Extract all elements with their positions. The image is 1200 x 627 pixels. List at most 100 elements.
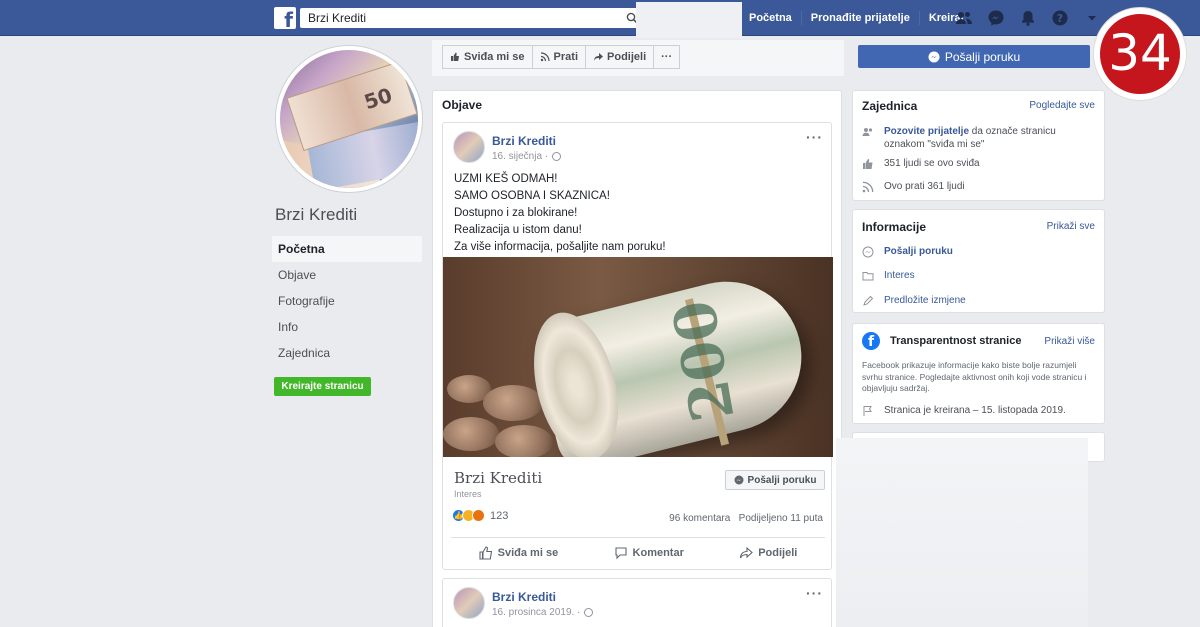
post-stats: 96 komentara Podijeljeno 11 puta xyxy=(669,513,823,524)
share-page-button[interactable]: Podijeli xyxy=(585,45,655,69)
post-timestamp[interactable]: 16. siječnja · xyxy=(492,151,562,162)
share-arrow-icon xyxy=(740,546,754,558)
like-page-button[interactable]: Sviđa mi se xyxy=(442,45,533,69)
info-category-link[interactable]: Interes xyxy=(884,269,915,282)
thumbs-up-icon xyxy=(863,159,873,169)
invite-friends-icon xyxy=(862,128,873,136)
pencil-icon xyxy=(863,295,874,306)
send-message-label: Pošalji poruku xyxy=(944,49,1021,64)
side-nav-item-home[interactable]: Početna xyxy=(272,236,422,262)
post-options-menu-icon[interactable]: ··· xyxy=(806,129,823,145)
post-send-message-label: Pošalji poruku xyxy=(747,474,817,486)
like-page-label: Sviđa mi se xyxy=(464,51,525,63)
post-send-message-button[interactable]: Pošalji poruku xyxy=(725,470,825,490)
side-nav-item-info[interactable]: Info xyxy=(272,314,422,340)
post-text-line: Dostupno i za blokirane! xyxy=(454,207,578,219)
friend-requests-icon[interactable] xyxy=(954,8,974,28)
shares-count[interactable]: Podijeljeno 11 puta xyxy=(739,513,823,524)
invite-friends-row: Pozovite prijatelje da označe stranicu o… xyxy=(862,125,1092,151)
follow-page-button[interactable]: Prati xyxy=(531,45,587,69)
folder-icon xyxy=(862,272,874,281)
transparency-card: f Transparentnost stranice Prikaži više … xyxy=(852,323,1105,424)
invite-friends-link[interactable]: Pozovite prijatelje xyxy=(884,126,969,137)
rss-follow-icon xyxy=(862,181,874,193)
post-action-bar: Sviđa mi se Komentar Podijeli xyxy=(451,537,825,567)
reactions-summary[interactable]: 👍 123 xyxy=(452,509,508,522)
post-timestamp[interactable]: 16. prosinca 2019. · xyxy=(492,607,594,618)
comments-count[interactable]: 96 komentara xyxy=(669,513,730,524)
posts-section-title: Objave xyxy=(442,98,483,112)
post-date-text: 16. siječnja · xyxy=(492,151,549,162)
side-nav-item-posts[interactable]: Objave xyxy=(272,262,422,288)
thumbs-up-icon xyxy=(479,545,492,560)
flag-icon xyxy=(863,406,872,416)
transparency-title: Transparentnost stranice xyxy=(890,334,1022,347)
post-card: Brzi Krediti 16. prosinca 2019. · ··· xyxy=(442,578,832,627)
reaction-count: 123 xyxy=(490,509,509,522)
search-input[interactable] xyxy=(300,8,640,28)
info-suggest-edits-row[interactable]: Predložite izmjene xyxy=(862,294,966,307)
messenger-icon xyxy=(862,246,874,258)
page-profile-picture[interactable]: 50 xyxy=(276,46,422,192)
likes-row: 351 ljudi se ovo sviđa xyxy=(862,157,980,170)
side-nav-item-photos[interactable]: Fotografije xyxy=(272,288,422,314)
post-card: Brzi Krediti 16. siječnja · ··· UZMI KEŠ… xyxy=(442,122,833,570)
transparency-show-more-link[interactable]: Prikaži više xyxy=(1044,336,1095,347)
post-share-button[interactable]: Podijeli xyxy=(739,546,797,560)
messenger-icon xyxy=(734,475,744,485)
globe-public-icon xyxy=(552,152,562,161)
thumbs-up-icon xyxy=(451,52,459,61)
likes-count: 351 ljudi se ovo sviđa xyxy=(884,158,980,169)
comment-bubble-icon xyxy=(614,546,627,559)
send-message-button[interactable]: Pošalji poruku xyxy=(858,45,1090,68)
facebook-logo-icon: f xyxy=(862,332,880,350)
post-author-link[interactable]: Brzi Krediti xyxy=(492,134,556,148)
post-text-line: Realizacija u istom danu! xyxy=(454,224,582,236)
messenger-icon[interactable] xyxy=(986,8,1006,28)
info-suggest-edits-link[interactable]: Predložite izmjene xyxy=(884,294,966,307)
info-show-all-link[interactable]: Prikaži sve xyxy=(1047,221,1095,232)
post-author-link[interactable]: Brzi Krediti xyxy=(492,590,556,604)
follows-row: Ovo prati 361 ljudi xyxy=(862,180,965,193)
info-send-message-row[interactable]: Pošalji poruku xyxy=(862,245,953,258)
help-question-icon[interactable]: ? xyxy=(1050,8,1070,28)
follow-page-label: Prati xyxy=(553,51,579,63)
notifications-bell-icon[interactable] xyxy=(1018,8,1038,28)
side-nav-item-community[interactable]: Zajednica xyxy=(272,340,422,366)
create-page-button[interactable]: Kreirajte stranicu xyxy=(274,377,371,396)
top-navigation-bar: f Početna Pronađite prijatelje Kreiraj ? xyxy=(0,0,1200,38)
nav-find-friends-link[interactable]: Pronađite prijatelje xyxy=(802,0,919,36)
info-send-message-link[interactable]: Pošalji poruku xyxy=(884,245,953,258)
post-comment-button[interactable]: Komentar xyxy=(614,546,684,560)
post-body-text: UZMI KEŠ ODMAH! SAMO OSOBNA I SKAZNICA! … xyxy=(454,171,666,256)
share-page-label: Podijeli xyxy=(607,51,647,63)
globe-public-icon xyxy=(584,608,594,617)
facebook-logo-icon[interactable]: f xyxy=(274,7,296,29)
account-menu-caret-icon[interactable] xyxy=(1082,8,1102,28)
community-see-all-link[interactable]: Pogledajte sve xyxy=(1029,100,1095,111)
info-category-row: Interes xyxy=(862,269,915,282)
info-card: Informacije Prikaži sve Pošalji poruku I… xyxy=(852,209,1105,313)
blurred-region xyxy=(836,438,1088,627)
post-image-money-roll[interactable]: 200 xyxy=(443,257,833,457)
link-preview-title[interactable]: Brzi Krediti xyxy=(454,469,542,487)
avatar[interactable] xyxy=(453,587,485,619)
transparency-description: Facebook prikazuje informacije kako bist… xyxy=(862,360,1087,393)
page-created-date: Stranica je kreirana – 15. listopada 201… xyxy=(884,405,1066,416)
community-card: Zajednica Pogledajte sve Pozovite prijat… xyxy=(852,90,1105,201)
rss-follow-icon xyxy=(540,52,550,62)
svg-text:?: ? xyxy=(1057,12,1063,25)
coin-image xyxy=(495,425,553,457)
post-like-button[interactable]: Sviđa mi se xyxy=(479,545,558,560)
link-preview-subtitle: Interes xyxy=(454,489,482,499)
avatar[interactable] xyxy=(453,131,485,163)
info-title: Informacije xyxy=(862,220,927,234)
post-options-menu-icon[interactable]: ··· xyxy=(806,585,823,601)
transparency-header: f Transparentnost stranice xyxy=(862,332,1021,350)
nav-home-link[interactable]: Početna xyxy=(740,0,801,36)
coin-image xyxy=(443,417,499,451)
more-options-button[interactable]: ··· xyxy=(653,45,681,69)
page-title: Brzi Krediti xyxy=(275,205,358,224)
post-text-line: SAMO OSOBNA I SKAZNICA! xyxy=(454,190,610,202)
angry-reaction-icon xyxy=(472,509,485,522)
